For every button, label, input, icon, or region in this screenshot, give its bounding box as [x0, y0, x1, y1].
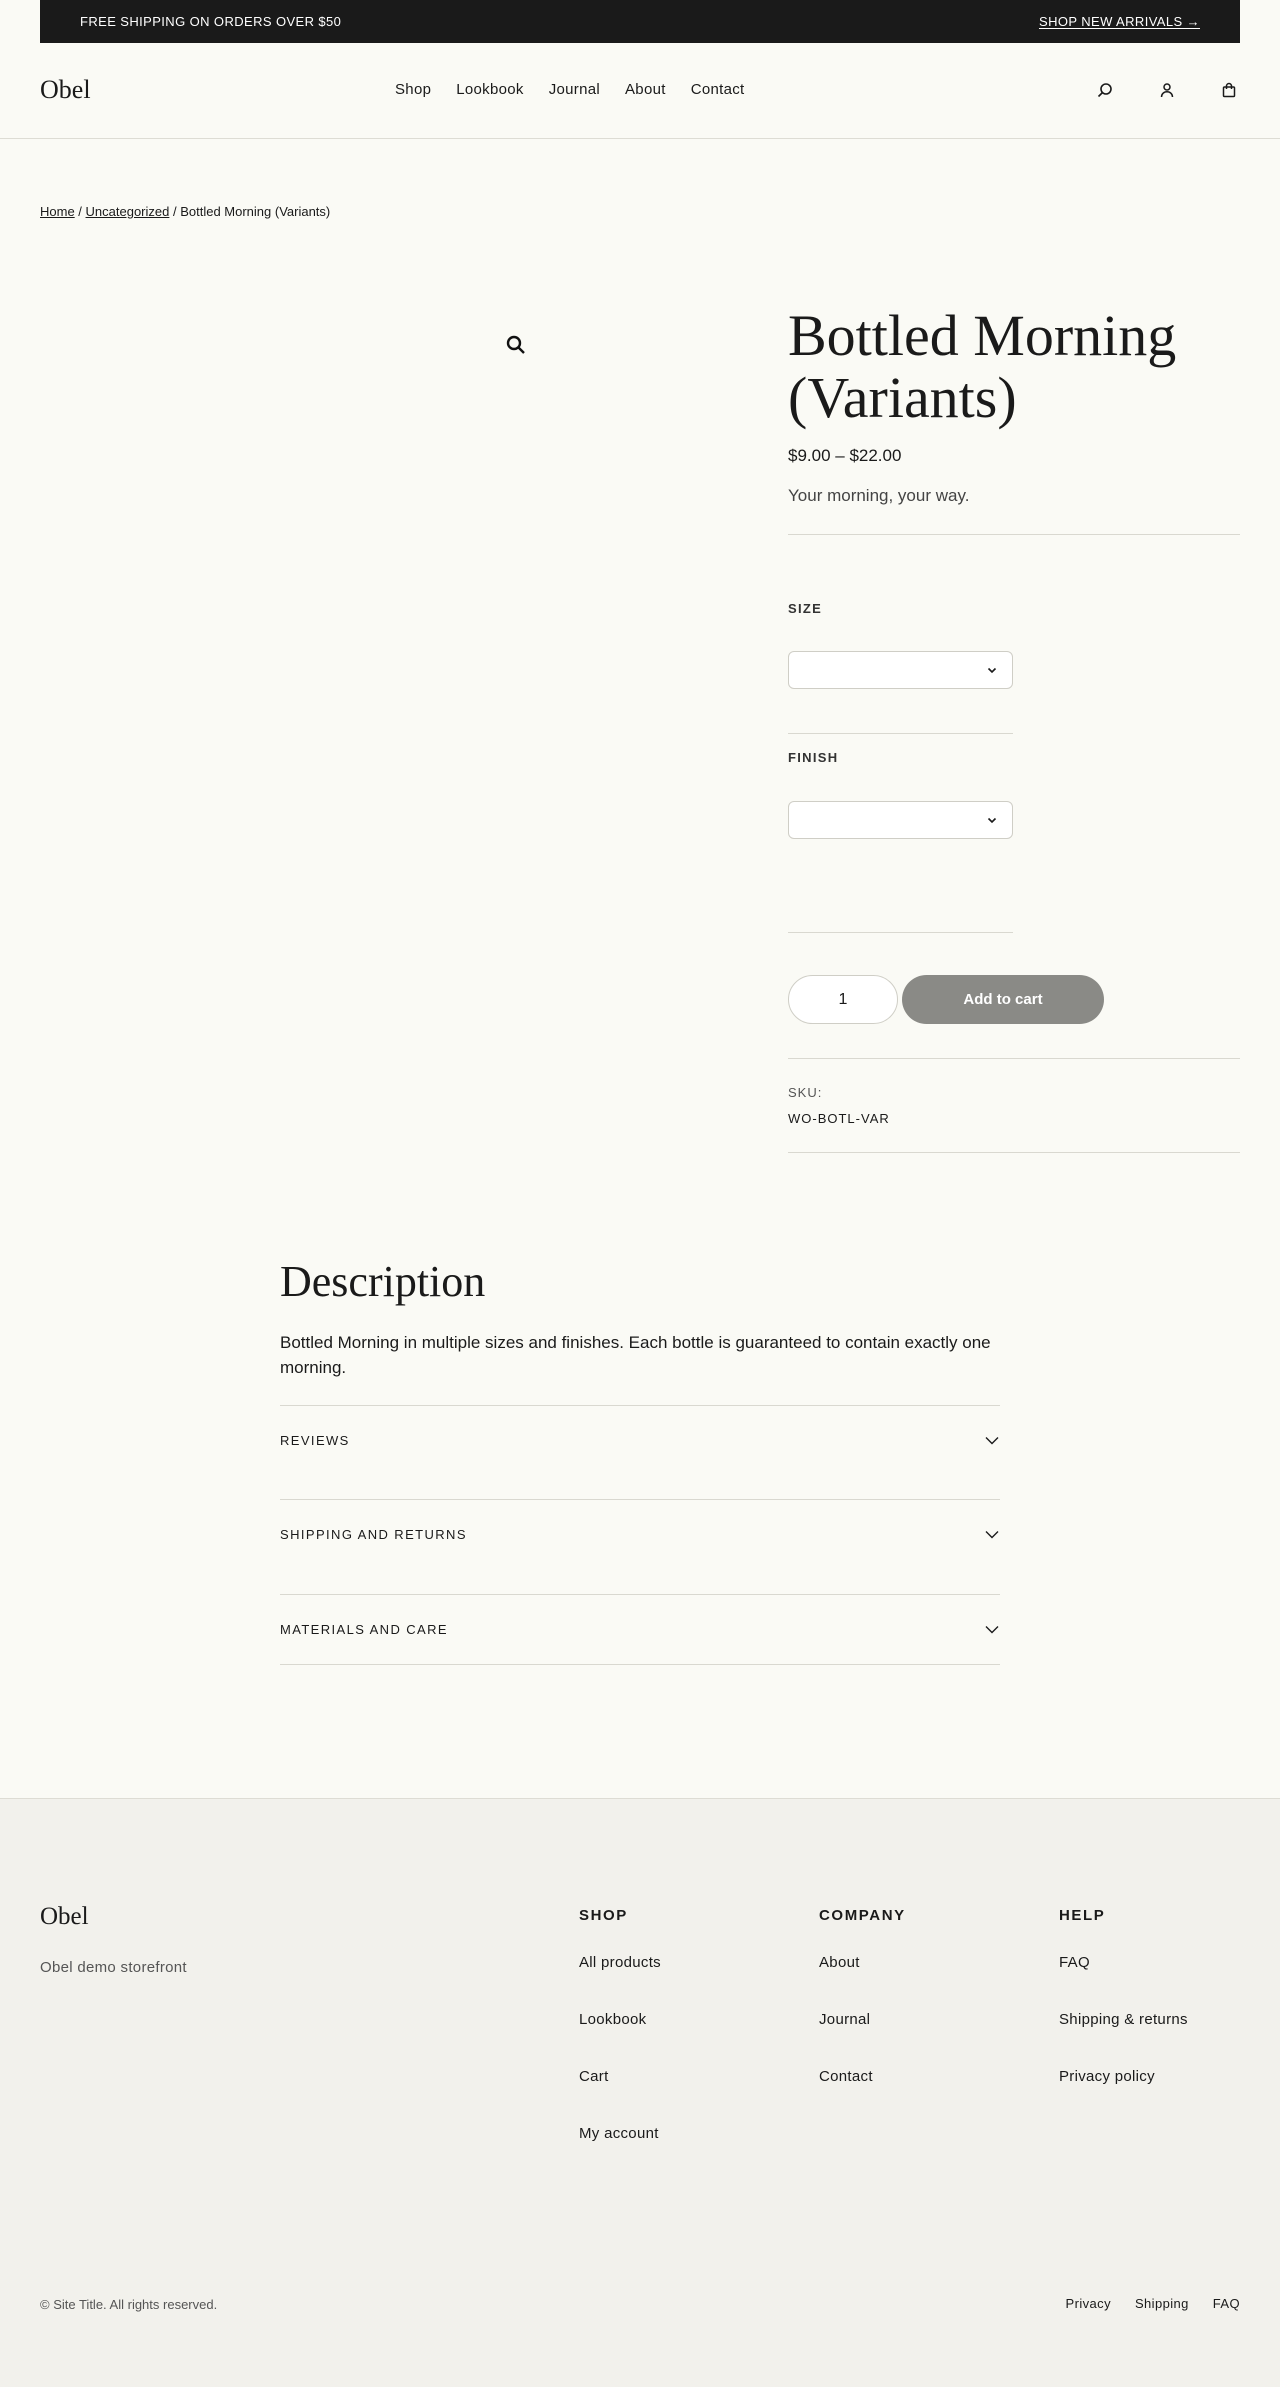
breadcrumb-separator: /	[169, 204, 181, 219]
divider	[788, 1058, 1240, 1059]
size-label: SIZE	[788, 601, 823, 616]
accordion-label: SHIPPING AND RETURNS	[280, 1526, 467, 1542]
product-price: $9.00 – $22.00	[788, 446, 902, 465]
footer-link-shipping-returns[interactable]: Shipping & returns	[1059, 2011, 1188, 2068]
footer-column-help: HELP FAQ Shipping & returns Privacy poli…	[1059, 1907, 1188, 2125]
sku-value: WO-BOTL-VAR	[788, 1111, 890, 1126]
nav-contact[interactable]: Contact	[691, 81, 745, 98]
footer-bottom-faq[interactable]: FAQ	[1213, 2296, 1240, 2311]
accordion-shipping-returns[interactable]: SHIPPING AND RETURNS	[280, 1526, 1000, 1542]
zoom-icon[interactable]	[504, 333, 528, 357]
footer-bottom-shipping[interactable]: Shipping	[1135, 2296, 1189, 2311]
divider	[788, 932, 1013, 933]
divider	[788, 534, 1240, 535]
nav-shop[interactable]: Shop	[395, 81, 431, 98]
finish-select[interactable]	[788, 801, 1013, 839]
finish-label: FINISH	[788, 750, 839, 765]
footer-link-contact[interactable]: Contact	[819, 2068, 906, 2125]
header-actions	[1094, 79, 1240, 101]
breadcrumb-current: Bottled Morning (Variants)	[180, 204, 331, 219]
footer-link-all-products[interactable]: All products	[579, 1954, 661, 2011]
accordion-label: MATERIALS AND CARE	[280, 1621, 448, 1637]
footer-column-title: HELP	[1059, 1907, 1106, 1924]
footer-column-title: COMPANY	[819, 1907, 906, 1924]
site-header: Obel Shop Lookbook Journal About Contact	[0, 43, 1280, 139]
breadcrumb-separator: /	[74, 204, 86, 219]
description-text: Bottled Morning in multiple sizes and fi…	[280, 1333, 991, 1377]
add-to-cart-button[interactable]: Add to cart	[902, 975, 1104, 1024]
footer-link-privacy-policy[interactable]: Privacy policy	[1059, 2068, 1188, 2125]
divider	[280, 1594, 1000, 1595]
footer-link-my-account[interactable]: My account	[579, 2125, 661, 2182]
chevron-down-icon	[985, 1626, 999, 1634]
size-select[interactable]	[788, 651, 1013, 689]
accordion-reviews[interactable]: REVIEWS	[280, 1432, 1000, 1448]
copyright: © Site Title. All rights reserved.	[40, 2297, 218, 2312]
account-icon[interactable]	[1156, 79, 1178, 101]
footer-column-title: SHOP	[579, 1907, 628, 1924]
footer-bottom-links: Privacy Shipping FAQ	[1066, 2296, 1240, 2311]
site-logo[interactable]: Obel	[40, 75, 91, 105]
divider	[280, 1405, 1000, 1406]
footer-link-faq[interactable]: FAQ	[1059, 1954, 1188, 2011]
footer-tagline: Obel demo storefront	[40, 1959, 187, 1976]
description-title: Description	[280, 1257, 486, 1306]
footer-link-about[interactable]: About	[819, 1954, 906, 2011]
main-nav: Shop Lookbook Journal About Contact	[395, 81, 745, 98]
cart-icon[interactable]	[1218, 79, 1240, 101]
chevron-down-icon	[987, 817, 997, 824]
nav-journal[interactable]: Journal	[549, 81, 600, 98]
divider	[788, 733, 1013, 734]
breadcrumb: Home / Uncategorized / Bottled Morning (…	[40, 204, 330, 219]
chevron-down-icon	[985, 1437, 999, 1445]
nav-about[interactable]: About	[625, 81, 666, 98]
product-tagline: Your morning, your way.	[788, 486, 970, 505]
breadcrumb-home[interactable]: Home	[40, 204, 75, 219]
footer-link-cart[interactable]: Cart	[579, 2068, 661, 2125]
sku-label: SKU:	[788, 1085, 823, 1100]
shop-new-arrivals-link[interactable]: SHOP NEW ARRIVALS →	[1039, 14, 1200, 29]
footer-logo[interactable]: Obel	[40, 1903, 89, 1931]
accordion-label: REVIEWS	[280, 1432, 350, 1448]
nav-lookbook[interactable]: Lookbook	[456, 81, 523, 98]
announcement-text: FREE SHIPPING ON ORDERS OVER $50	[80, 14, 342, 29]
divider	[280, 1499, 1000, 1500]
footer-column-company: COMPANY About Journal Contact	[819, 1907, 906, 2125]
footer-column-shop: SHOP All products Lookbook Cart My accou…	[579, 1907, 661, 2182]
search-icon[interactable]	[1094, 79, 1116, 101]
accordion-materials-care[interactable]: MATERIALS AND CARE	[280, 1621, 1000, 1637]
chevron-down-icon	[987, 667, 997, 674]
product-title: Bottled Morning (Variants)	[788, 303, 1177, 430]
quantity-input[interactable]: 1	[788, 975, 898, 1024]
footer-link-journal[interactable]: Journal	[819, 2011, 906, 2068]
divider	[280, 1664, 1000, 1665]
breadcrumb-category[interactable]: Uncategorized	[86, 204, 170, 219]
footer-link-lookbook[interactable]: Lookbook	[579, 2011, 661, 2068]
chevron-down-icon	[985, 1531, 999, 1539]
divider	[788, 1152, 1240, 1153]
site-footer: Obel Obel demo storefront SHOP All produ…	[0, 1798, 1280, 2387]
announcement-bar: FREE SHIPPING ON ORDERS OVER $50 SHOP NE…	[40, 0, 1240, 43]
footer-bottom-privacy[interactable]: Privacy	[1066, 2296, 1111, 2311]
